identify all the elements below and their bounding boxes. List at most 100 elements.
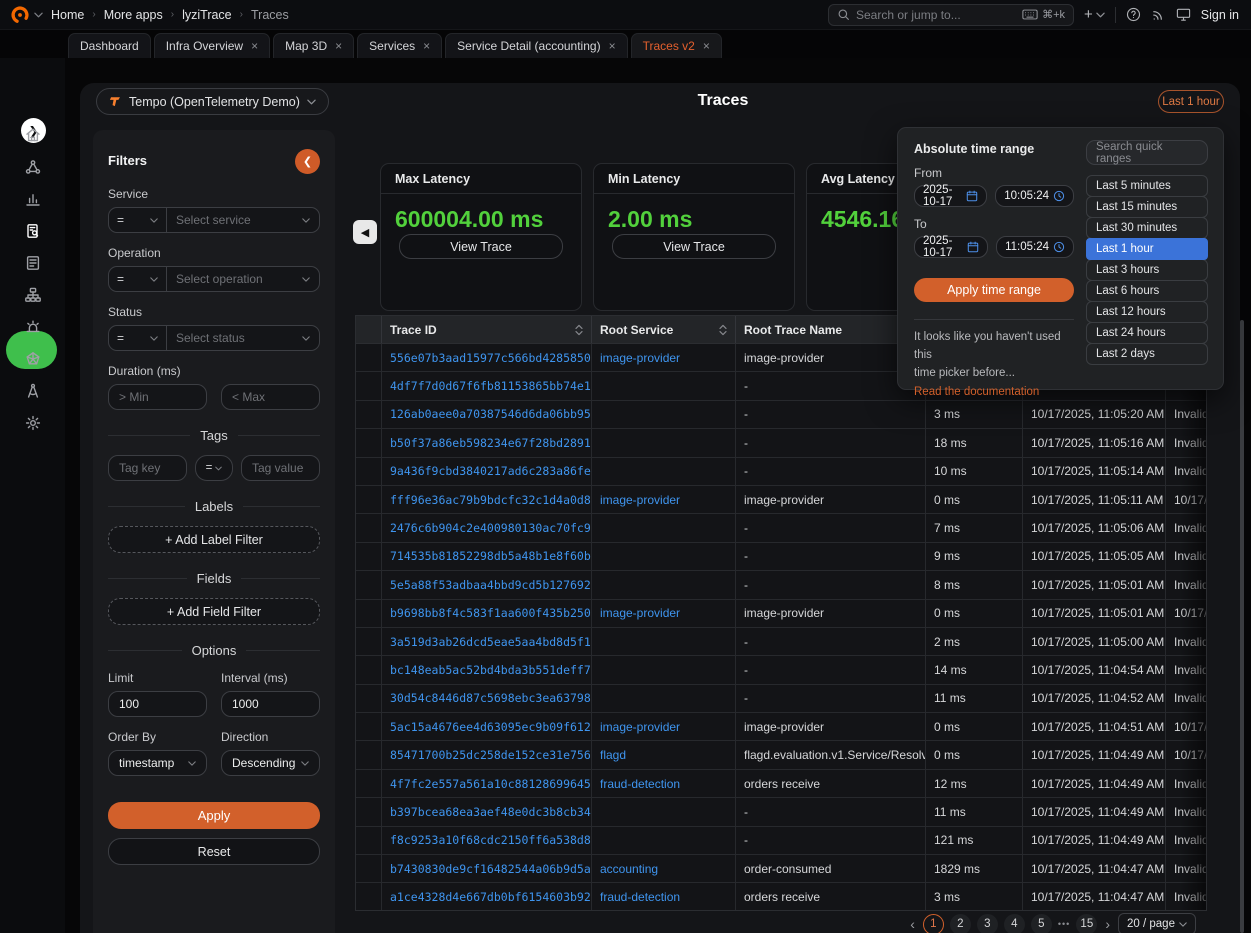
row-expand-cell[interactable] bbox=[356, 883, 382, 910]
sidebar-item-alerts[interactable] bbox=[0, 311, 65, 343]
trace-id-link[interactable]: bc148eab5ac52bd4bda3b551deff75cc bbox=[390, 663, 592, 677]
page-size-select[interactable]: 20 / page bbox=[1118, 913, 1196, 933]
trace-id-link[interactable]: 5ac15a4676ee4d63095ec9b09f612a10 bbox=[390, 720, 592, 734]
breadcrumb-item-home[interactable]: Home bbox=[51, 8, 84, 22]
status-select[interactable]: Select status bbox=[167, 326, 319, 350]
trace-id-cell[interactable]: 3a519d3ab26dcd5eae5aa4bd8d5f17f4 bbox=[382, 628, 592, 655]
trace-id-link[interactable]: 714535b81852298db5a48b1e8f60b797 bbox=[390, 549, 592, 563]
root-service-link[interactable]: image-provider bbox=[600, 606, 680, 620]
trace-id-cell[interactable]: 5e5a88f53adbaa4bbd9cd5b127692da3 bbox=[382, 571, 592, 598]
quick-range-last-30-minutes[interactable]: Last 30 minutes bbox=[1086, 217, 1208, 239]
trace-id-link[interactable]: 3a519d3ab26dcd5eae5aa4bd8d5f17f4 bbox=[390, 635, 592, 649]
close-icon[interactable]: × bbox=[251, 40, 258, 52]
quick-range-last-3-hours[interactable]: Last 3 hours bbox=[1086, 259, 1208, 281]
trace-id-link[interactable]: 556e07b3aad15977c566bd4285850f69 bbox=[390, 351, 592, 365]
trace-id-cell[interactable]: 714535b81852298db5a48b1e8f60b797 bbox=[382, 543, 592, 570]
sidebar-item-mesh[interactable] bbox=[0, 343, 65, 375]
row-expand-cell[interactable] bbox=[356, 600, 382, 627]
duration-min-input[interactable]: > Min bbox=[108, 384, 207, 410]
row-expand-cell[interactable] bbox=[356, 855, 382, 882]
sort-icon[interactable] bbox=[575, 324, 583, 336]
sign-in-link[interactable]: Sign in bbox=[1201, 8, 1239, 22]
row-expand-cell[interactable] bbox=[356, 798, 382, 825]
sort-icon[interactable] bbox=[719, 324, 727, 336]
trace-id-link[interactable]: 30d54c8446d87c5698ebc3ea63798ee8 bbox=[390, 691, 592, 705]
quick-range-last-1-hour[interactable]: Last 1 hour bbox=[1086, 238, 1208, 260]
trace-id-cell[interactable]: 2476c6b904c2e400980130ac70fc96b2 bbox=[382, 514, 592, 541]
trace-id-link[interactable]: 85471700b25dc258de152ce31e75685b bbox=[390, 748, 592, 762]
view-trace-button[interactable]: View Trace bbox=[399, 234, 563, 259]
root-service-link[interactable]: image-provider bbox=[600, 720, 680, 734]
prev-page-icon[interactable]: ‹ bbox=[908, 916, 917, 932]
trace-id-cell[interactable]: fff96e36ac79b9bdcfc32c1d4a0d81c7 bbox=[382, 486, 592, 513]
trace-id-cell[interactable]: f8c9253a10f68cdc2150ff6a538d8706 bbox=[382, 827, 592, 854]
add-label-filter-button[interactable]: + Add Label Filter bbox=[108, 526, 320, 553]
row-expand-cell[interactable] bbox=[356, 741, 382, 768]
trace-id-link[interactable]: 2476c6b904c2e400980130ac70fc96b2 bbox=[390, 521, 592, 535]
row-expand-cell[interactable] bbox=[356, 458, 382, 485]
row-expand-cell[interactable] bbox=[356, 571, 382, 598]
quick-range-last-6-hours[interactable]: Last 6 hours bbox=[1086, 280, 1208, 302]
sidebar-item-traces[interactable] bbox=[0, 215, 65, 247]
read-documentation-link[interactable]: Read the documentation bbox=[914, 386, 1074, 398]
page-button-4[interactable]: 4 bbox=[1004, 914, 1025, 933]
operation-op-select[interactable]: = bbox=[109, 267, 167, 291]
from-time-input[interactable]: 10:05:24 bbox=[995, 185, 1074, 207]
sidebar-item-profiles[interactable] bbox=[0, 375, 65, 407]
page-button-15[interactable]: 15 bbox=[1076, 914, 1097, 933]
trace-id-cell[interactable]: 5ac15a4676ee4d63095ec9b09f612a10 bbox=[382, 713, 592, 740]
trace-id-link[interactable]: b397bcea68ea3aef48e0dc3b8cb34d33 bbox=[390, 805, 592, 819]
row-expand-cell[interactable] bbox=[356, 401, 382, 428]
page-button-5[interactable]: 5 bbox=[1031, 914, 1052, 933]
close-icon[interactable]: × bbox=[703, 40, 710, 52]
cards-prev-button[interactable]: ◀ bbox=[353, 220, 377, 244]
breadcrumb-item-lyzitrace[interactable]: lyziTrace bbox=[182, 8, 232, 22]
column-header-root-service[interactable]: Root Service bbox=[592, 316, 736, 343]
row-expand-cell[interactable] bbox=[356, 543, 382, 570]
trace-id-link[interactable]: b9698bb8f4c583f1aa600f435b250dc4 bbox=[390, 606, 592, 620]
trace-id-cell[interactable]: a1ce4328d4e667db0bf6154603b9228 bbox=[382, 883, 592, 910]
trace-id-cell[interactable]: 126ab0aee0a70387546d6da06bb954e2 bbox=[382, 401, 592, 428]
close-icon[interactable]: × bbox=[335, 40, 342, 52]
operation-select[interactable]: Select operation bbox=[167, 267, 319, 291]
sidebar-item-logs[interactable] bbox=[0, 247, 65, 279]
trace-id-link[interactable]: f8c9253a10f68cdc2150ff6a538d8706 bbox=[390, 833, 592, 847]
duration-max-input[interactable]: < Max bbox=[221, 384, 320, 410]
add-button[interactable]: + bbox=[1084, 6, 1105, 23]
row-expand-cell[interactable] bbox=[356, 770, 382, 797]
quick-ranges-search-input[interactable]: Search quick ranges bbox=[1086, 140, 1208, 165]
page-button-2[interactable]: 2 bbox=[950, 914, 971, 933]
to-time-input[interactable]: 11:05:24 bbox=[996, 236, 1074, 258]
reset-filters-button[interactable]: Reset bbox=[108, 838, 320, 865]
trace-id-link[interactable]: fff96e36ac79b9bdcfc32c1d4a0d81c7 bbox=[390, 493, 592, 507]
trace-id-cell[interactable]: b9698bb8f4c583f1aa600f435b250dc4 bbox=[382, 600, 592, 627]
order-by-select[interactable]: timestamp bbox=[108, 750, 207, 776]
tag-value-input[interactable]: Tag value bbox=[241, 455, 320, 481]
service-select[interactable]: Select service bbox=[167, 208, 319, 232]
interval-input[interactable]: 1000 bbox=[221, 691, 320, 717]
trace-id-cell[interactable]: b50f37a86eb598234e67f28bd28912c4 bbox=[382, 429, 592, 456]
help-icon[interactable] bbox=[1126, 7, 1141, 22]
root-service-link[interactable]: fraud-detection bbox=[600, 890, 680, 904]
quick-range-last-2-days[interactable]: Last 2 days bbox=[1086, 343, 1208, 365]
row-expand-cell[interactable] bbox=[356, 514, 382, 541]
row-expand-cell[interactable] bbox=[356, 372, 382, 399]
quick-range-last-12-hours[interactable]: Last 12 hours bbox=[1086, 301, 1208, 323]
chevron-down-icon[interactable] bbox=[34, 12, 43, 18]
add-field-filter-button[interactable]: + Add Field Filter bbox=[108, 598, 320, 625]
root-service-link[interactable]: fraud-detection bbox=[600, 777, 680, 791]
page-button-1[interactable]: 1 bbox=[923, 914, 944, 933]
trace-id-cell[interactable]: 9a436f9cbd3840217ad6c283a86fe464 bbox=[382, 458, 592, 485]
trace-id-cell[interactable]: 30d54c8446d87c5698ebc3ea63798ee8 bbox=[382, 685, 592, 712]
root-service-link[interactable]: image-provider bbox=[600, 493, 680, 507]
trace-id-link[interactable]: 4df7f7d0d67f6fb81153865bb74e144 bbox=[390, 379, 592, 393]
quick-range-last-5-minutes[interactable]: Last 5 minutes bbox=[1086, 175, 1208, 197]
clock-icon[interactable] bbox=[1053, 241, 1065, 253]
tab-traces-v2[interactable]: Traces v2× bbox=[631, 33, 722, 58]
trace-id-link[interactable]: 5e5a88f53adbaa4bbd9cd5b127692da3 bbox=[390, 578, 592, 592]
time-range-button[interactable]: Last 1 hour bbox=[1158, 90, 1224, 113]
row-expand-cell[interactable] bbox=[356, 713, 382, 740]
direction-select[interactable]: Descending bbox=[221, 750, 320, 776]
trace-id-link[interactable]: 9a436f9cbd3840217ad6c283a86fe464 bbox=[390, 464, 592, 478]
tab-infra-overview[interactable]: Infra Overview× bbox=[154, 33, 270, 58]
